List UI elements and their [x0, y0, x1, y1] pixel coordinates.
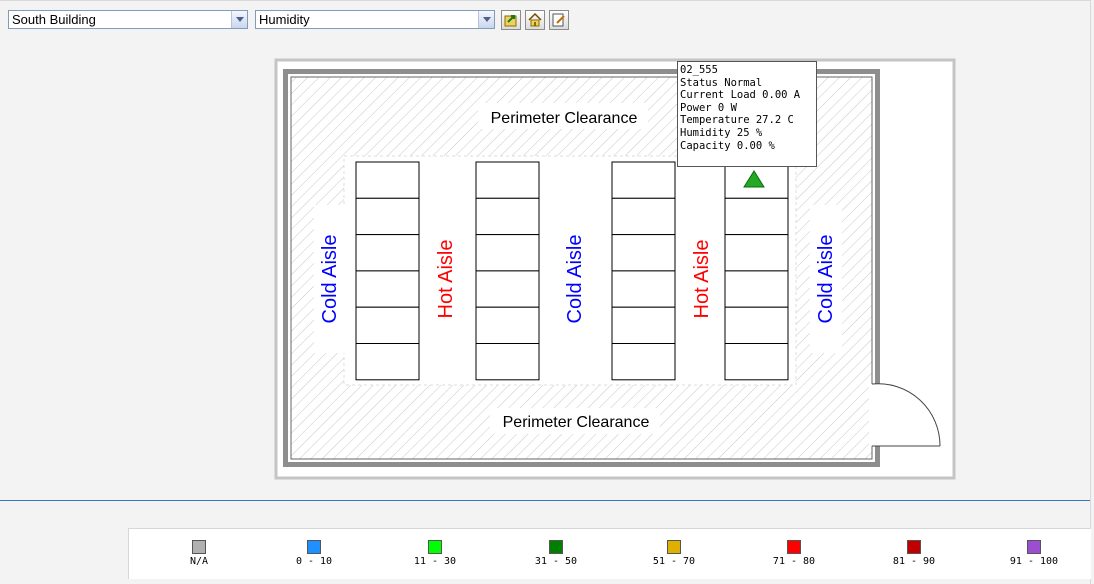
legend-swatch: [428, 540, 442, 554]
tooltip-humidity: Humidity 25 %: [680, 126, 763, 139]
legend-item: 91 - 100: [999, 540, 1069, 567]
legend-item: 81 - 90: [879, 540, 949, 567]
aisle-label: Hot Aisle: [691, 240, 713, 319]
rack-unit[interactable]: [355, 234, 420, 272]
rack-unit[interactable]: [611, 234, 676, 272]
legend-label: N/A: [189, 556, 209, 567]
rack-unit[interactable]: [611, 197, 676, 236]
tooltip-temperature: Temperature 27.2 C: [680, 114, 794, 127]
rack-unit[interactable]: [475, 234, 540, 272]
rack-unit[interactable]: [611, 306, 676, 345]
legend-item: 0 - 10: [279, 540, 349, 567]
rack-unit[interactable]: [611, 270, 676, 308]
legend-item: 11 - 30: [400, 540, 470, 567]
color-legend: N/A 0 - 10 11 - 30 31 - 50 51 - 70 71 - …: [128, 528, 1091, 579]
rack-unit[interactable]: [475, 306, 540, 345]
rack-unit[interactable]: [475, 270, 540, 308]
legend-swatch: [1027, 540, 1041, 554]
legend-label: 81 - 90: [892, 556, 936, 567]
legend-swatch: [787, 540, 801, 554]
legend-item: 31 - 50: [521, 540, 591, 567]
tooltip-current-load: Current Load 0.00 A: [680, 89, 801, 102]
legend-swatch: [192, 540, 206, 554]
legend-label: 71 - 80: [772, 556, 816, 567]
device-tooltip: 02_555 Status Normal Current Load 0.00 A…: [677, 61, 817, 167]
legend-item: 71 - 80: [759, 540, 829, 567]
perimeter-label-bottom: Perimeter Clearance: [503, 414, 650, 431]
tooltip-capacity: Capacity 0.00 %: [680, 139, 775, 152]
rack-unit[interactable]: [724, 197, 789, 236]
vertical-scrollbar-track[interactable]: [1090, 0, 1094, 584]
aisle-label: Cold Aisle: [564, 235, 586, 324]
rack-unit[interactable]: [355, 270, 420, 308]
tooltip-power: Power 0 W: [680, 101, 737, 114]
legend-swatch: [307, 540, 321, 554]
tooltip-device-id: 02_555: [680, 64, 718, 76]
legend-swatch: [907, 540, 921, 554]
legend-label: 31 - 50: [534, 556, 578, 567]
legend-item: 51 - 70: [639, 540, 709, 567]
rack-unit[interactable]: [724, 306, 789, 345]
legend-label: 51 - 70: [652, 556, 696, 567]
perimeter-label-top: Perimeter Clearance: [491, 110, 638, 127]
rack-unit[interactable]: [475, 197, 540, 236]
rack-unit[interactable]: [475, 161, 540, 199]
rack-unit[interactable]: [355, 197, 420, 236]
tooltip-status: Status Normal: [680, 76, 763, 89]
aisle-label: Cold Aisle: [815, 235, 837, 324]
rack-unit[interactable]: [724, 234, 789, 272]
rack-unit[interactable]: [724, 270, 789, 308]
rack-unit[interactable]: [611, 343, 676, 381]
legend-item: N/A: [164, 540, 234, 567]
rack-unit[interactable]: [475, 343, 540, 381]
rack-unit[interactable]: [355, 343, 420, 381]
rack-unit[interactable]: [611, 161, 676, 199]
rack-unit[interactable]: [355, 306, 420, 345]
legend-label: 91 - 100: [1009, 556, 1059, 567]
legend-swatch: [667, 540, 681, 554]
aisle-label: Hot Aisle: [435, 240, 457, 319]
rack-unit[interactable]: [355, 161, 420, 199]
legend-label: 11 - 30: [413, 556, 457, 567]
legend-label: 0 - 10: [295, 556, 333, 567]
aisle-label: Cold Aisle: [319, 235, 341, 324]
rack-unit[interactable]: [724, 343, 789, 381]
floorplan: Perimeter Clearance Perimeter Clearance …: [274, 58, 956, 480]
legend-swatch: [549, 540, 563, 554]
